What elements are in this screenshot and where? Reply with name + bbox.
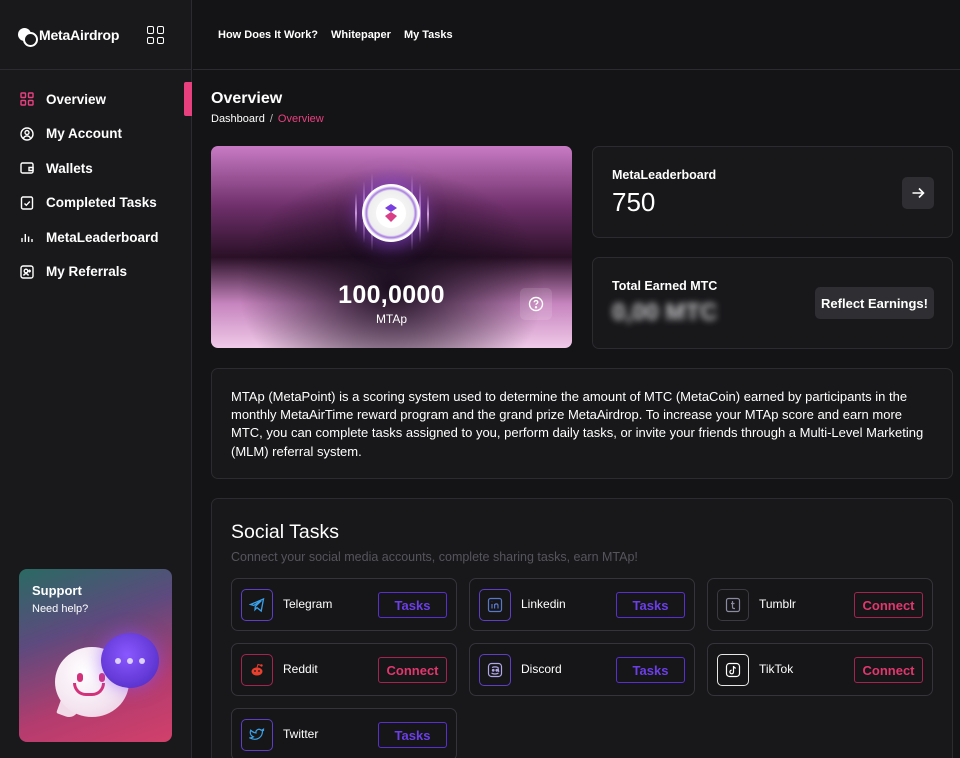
arrow-right-icon bbox=[912, 187, 925, 199]
total-earned-card: Total Earned MTC 0,00 MTC Reflect Earnin… bbox=[592, 257, 953, 349]
breadcrumb-separator: / bbox=[269, 113, 273, 125]
leaderboard-card: MetaLeaderboard 750 bbox=[592, 146, 953, 238]
breadcrumb-root[interactable]: Dashboard bbox=[211, 113, 265, 125]
smiley-eye bbox=[77, 673, 83, 682]
tumblr-connect-button[interactable]: Connect bbox=[854, 592, 923, 618]
social-tile-reddit: Reddit Connect bbox=[231, 643, 457, 696]
tiktok-connect-button[interactable]: Connect bbox=[854, 657, 923, 683]
mtap-card: 100,0000 MTAp bbox=[211, 146, 572, 348]
nav-link-whitepaper[interactable]: Whitepaper bbox=[331, 29, 391, 41]
mtap-coin-icon bbox=[362, 184, 420, 242]
leaderboard-arrow-button[interactable] bbox=[902, 177, 934, 209]
social-tile-telegram: Telegram Tasks bbox=[231, 578, 457, 631]
sidebar-item-my-referrals[interactable]: My Referrals bbox=[0, 255, 191, 290]
social-tile-linkedin: Linkedin Tasks bbox=[469, 578, 695, 631]
sidebar-item-label: Overview bbox=[46, 91, 107, 107]
page-title: Overview bbox=[211, 90, 283, 107]
reddit-icon bbox=[241, 654, 273, 686]
social-name: Tumblr bbox=[759, 597, 796, 611]
social-name: Twitter bbox=[283, 727, 319, 741]
brand-logo[interactable]: MetaAirdrop bbox=[18, 26, 120, 47]
sidebar-item-overview[interactable]: Overview bbox=[0, 82, 191, 117]
logo-mark-icon bbox=[18, 27, 38, 47]
active-indicator bbox=[184, 82, 192, 116]
social-tile-discord: Discord Tasks bbox=[469, 643, 695, 696]
breadcrumb: Dashboard / Overview bbox=[211, 113, 324, 125]
sidebar-item-label: My Referrals bbox=[46, 264, 128, 280]
help-button[interactable] bbox=[520, 288, 552, 320]
linkedin-icon bbox=[479, 589, 511, 621]
bar-chart-icon bbox=[20, 230, 34, 244]
twitter-icon bbox=[241, 719, 273, 751]
leaderboard-label: MetaLeaderboard bbox=[612, 168, 717, 182]
question-circle-icon bbox=[528, 296, 544, 312]
social-tasks-card: Social Tasks Connect your social media a… bbox=[211, 498, 953, 758]
support-card[interactable]: Support Need help? bbox=[19, 569, 172, 742]
nav-link-my-tasks[interactable]: My Tasks bbox=[404, 29, 453, 41]
tumblr-icon bbox=[717, 589, 749, 621]
nav-link-how-it-works[interactable]: How Does It Work? bbox=[218, 29, 318, 41]
mtap-info-card: MTAp (MetaPoint) is a scoring system use… bbox=[211, 368, 953, 479]
tiktok-icon bbox=[717, 654, 749, 686]
social-tile-twitter: Twitter Tasks bbox=[231, 708, 457, 758]
user-circle-icon bbox=[20, 127, 34, 141]
sidebar-item-label: Completed Tasks bbox=[46, 195, 157, 211]
top-nav: How Does It Work? Whitepaper My Tasks bbox=[193, 0, 960, 70]
social-name: Reddit bbox=[283, 662, 318, 676]
social-tile-tumblr: Tumblr Connect bbox=[707, 578, 933, 631]
sidebar: MetaAirdrop Overview My Account Wallets bbox=[0, 0, 192, 758]
total-earned-value: 0,00 MTC bbox=[612, 299, 718, 326]
discord-tasks-button[interactable]: Tasks bbox=[616, 657, 685, 683]
clipboard-check-icon bbox=[20, 196, 34, 210]
sidebar-item-completed-tasks[interactable]: Completed Tasks bbox=[0, 186, 191, 221]
sidebar-item-wallets[interactable]: Wallets bbox=[0, 151, 191, 186]
social-name: Linkedin bbox=[521, 597, 566, 611]
mtap-value: 100,0000 bbox=[338, 281, 445, 309]
reflect-earnings-button[interactable]: Reflect Earnings! bbox=[815, 287, 934, 319]
social-name: Telegram bbox=[283, 597, 333, 611]
wallet-icon bbox=[20, 161, 34, 175]
telegram-icon bbox=[241, 589, 273, 621]
support-title: Support bbox=[32, 583, 82, 598]
mtap-unit: MTAp bbox=[375, 312, 408, 326]
social-tasks-subtitle: Connect your social media accounts, comp… bbox=[231, 550, 638, 564]
social-tasks-title: Social Tasks bbox=[231, 521, 340, 543]
sidebar-item-my-account[interactable]: My Account bbox=[0, 117, 191, 152]
sidebar-item-metaleaderboard[interactable]: MetaLeaderboard bbox=[0, 220, 191, 255]
sidebar-item-label: Wallets bbox=[46, 160, 93, 176]
breadcrumb-current: Overview bbox=[277, 113, 324, 125]
discord-icon bbox=[479, 654, 511, 686]
support-subtitle: Need help? bbox=[32, 603, 89, 615]
brand-name: MetaAirdrop bbox=[39, 26, 120, 43]
reddit-connect-button[interactable]: Connect bbox=[378, 657, 447, 683]
sidebar-nav: Overview My Account Wallets Completed Ta… bbox=[0, 82, 191, 289]
sidebar-item-label: My Account bbox=[46, 126, 123, 142]
total-earned-label: Total Earned MTC bbox=[612, 279, 718, 293]
twitter-tasks-button[interactable]: Tasks bbox=[378, 722, 447, 748]
leaderboard-value: 750 bbox=[612, 187, 656, 217]
social-name: TikTok bbox=[759, 662, 794, 676]
social-name: Discord bbox=[521, 662, 562, 676]
telegram-tasks-button[interactable]: Tasks bbox=[378, 592, 447, 618]
linkedin-tasks-button[interactable]: Tasks bbox=[616, 592, 685, 618]
social-tile-tiktok: TikTok Connect bbox=[707, 643, 933, 696]
typing-chat-icon bbox=[101, 633, 159, 688]
referral-icon bbox=[20, 265, 34, 279]
sidebar-item-label: MetaLeaderboard bbox=[46, 229, 159, 245]
grid-icon bbox=[20, 92, 34, 106]
apps-grid-icon[interactable] bbox=[147, 26, 165, 44]
